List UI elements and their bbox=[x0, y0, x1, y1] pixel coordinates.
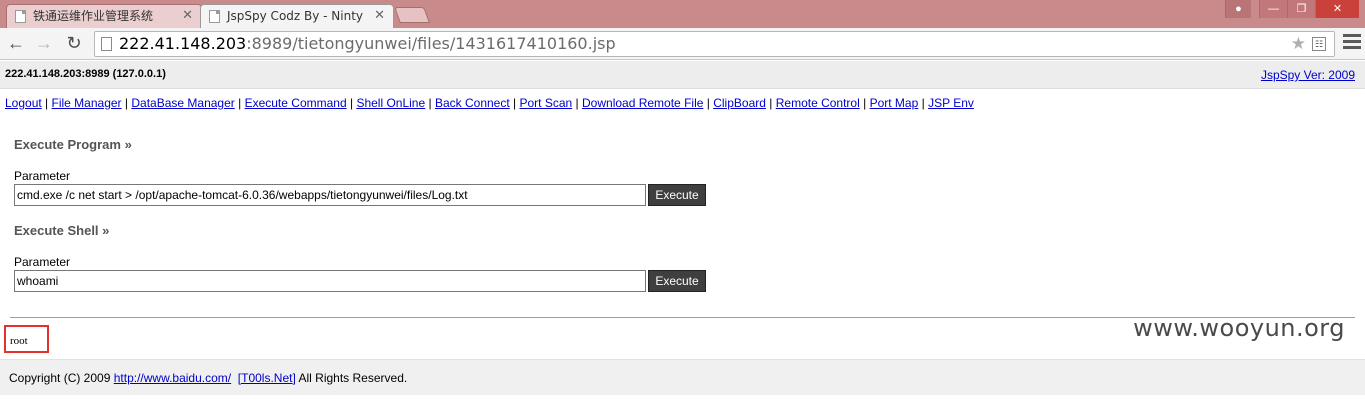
execute-program-button[interactable]: Execute bbox=[648, 184, 706, 206]
page-icon bbox=[15, 10, 26, 23]
browser-toolbar: ← → ↻ 222.41.148.203:8989/tietongyunwei/… bbox=[0, 28, 1365, 60]
nav-links: Logout | File Manager | DataBase Manager… bbox=[5, 96, 974, 110]
nav-link-back-connect[interactable]: Back Connect bbox=[435, 96, 510, 110]
nav-separator: | bbox=[124, 96, 129, 110]
nav-link-port-map[interactable]: Port Map bbox=[870, 96, 919, 110]
param-label: Parameter bbox=[14, 255, 71, 269]
page-content: 222.41.148.203:8989 (127.0.0.1) JspSpy V… bbox=[0, 61, 1365, 416]
server-header: 222.41.148.203:8989 (127.0.0.1) JspSpy V… bbox=[0, 61, 1365, 89]
extension-icon[interactable]: ☷ bbox=[1312, 37, 1326, 51]
version-link[interactable]: JspSpy Ver: 2009 bbox=[1261, 68, 1355, 82]
close-icon[interactable]: ✕ bbox=[182, 5, 193, 27]
nav-link-execute-command[interactable]: Execute Command bbox=[245, 96, 347, 110]
section-title-execute-shell: Execute Shell » bbox=[14, 223, 110, 238]
browser-tabstrip: 铁通运维作业管理系统 ✕ JspSpy Codz By - Ninty ✕ ● … bbox=[0, 0, 1365, 28]
nav-separator: | bbox=[238, 96, 242, 110]
hamburger-icon[interactable] bbox=[1343, 34, 1361, 52]
nav-separator: | bbox=[769, 96, 773, 110]
nav-link-port-scan[interactable]: Port Scan bbox=[520, 96, 573, 110]
nav-link-clipboard[interactable]: ClipBoard bbox=[713, 96, 766, 110]
nav-separator: | bbox=[575, 96, 579, 110]
shell-param-input[interactable]: whoami bbox=[14, 270, 646, 292]
section-title-execute-program: Execute Program » bbox=[14, 137, 132, 152]
minimize-icon[interactable]: — bbox=[1259, 0, 1287, 18]
nav-link-file-manager[interactable]: File Manager bbox=[52, 96, 122, 110]
footer-link-t00ls[interactable]: [T00ls.Net] bbox=[238, 371, 296, 385]
close-window-icon[interactable]: ✕ bbox=[1315, 0, 1359, 18]
copyright: Copyright (C) 2009 http://www.baidu.com/… bbox=[9, 371, 408, 385]
nav-link-logout[interactable]: Logout bbox=[5, 96, 42, 110]
nav-link-remote-control[interactable]: Remote Control bbox=[776, 96, 860, 110]
nav-separator: | bbox=[428, 96, 432, 110]
execute-shell-button[interactable]: Execute bbox=[648, 270, 706, 292]
server-address: 222.41.148.203:8989 (127.0.0.1) bbox=[5, 68, 166, 80]
maximize-icon[interactable]: ❐ bbox=[1287, 0, 1315, 18]
tab-active[interactable]: JspSpy Codz By - Ninty ✕ bbox=[200, 4, 394, 28]
star-icon[interactable]: ★ bbox=[1291, 34, 1306, 54]
new-tab-button[interactable] bbox=[394, 7, 430, 23]
command-output-highlight: root bbox=[4, 325, 49, 353]
nav-link-download-remote-file[interactable]: Download Remote File bbox=[582, 96, 703, 110]
nav-link-database-manager[interactable]: DataBase Manager bbox=[131, 96, 234, 110]
tab-title: 铁通运维作业管理系统 bbox=[33, 9, 154, 23]
nav-link-jsp-env[interactable]: JSP Env bbox=[928, 96, 974, 110]
address-bar[interactable]: 222.41.148.203:8989/tietongyunwei/files/… bbox=[94, 31, 1335, 57]
program-param-input[interactable]: cmd.exe /c net start > /opt/apache-tomca… bbox=[14, 184, 646, 206]
close-icon[interactable]: ✕ bbox=[374, 5, 385, 27]
nav-separator: | bbox=[45, 96, 49, 110]
watermark: www.wooyun.org bbox=[1133, 314, 1345, 342]
nav-separator: | bbox=[863, 96, 867, 110]
nav-separator: | bbox=[921, 96, 925, 110]
nav-separator: | bbox=[706, 96, 710, 110]
command-output: root bbox=[10, 335, 28, 347]
page-icon bbox=[101, 37, 112, 51]
nav-separator: | bbox=[349, 96, 354, 110]
footer-link-baidu[interactable]: http://www.baidu.com/ bbox=[114, 371, 231, 385]
nav-separator: | bbox=[513, 96, 517, 110]
footer: Copyright (C) 2009 http://www.baidu.com/… bbox=[0, 359, 1365, 395]
page-icon bbox=[209, 10, 220, 23]
user-icon[interactable]: ● bbox=[1225, 0, 1251, 18]
arrow-left-icon[interactable]: ← bbox=[4, 32, 28, 56]
window-controls: ● — ❐ ✕ bbox=[1225, 0, 1359, 18]
tab-title: JspSpy Codz By - Ninty bbox=[227, 9, 364, 23]
param-label: Parameter bbox=[14, 169, 71, 183]
tab-inactive[interactable]: 铁通运维作业管理系统 ✕ bbox=[6, 4, 202, 28]
nav-link-shell-online[interactable]: Shell OnLine bbox=[356, 96, 425, 110]
reload-icon[interactable]: ↻ bbox=[62, 32, 86, 56]
url-text[interactable]: 222.41.148.203:8989/tietongyunwei/files/… bbox=[119, 34, 616, 54]
arrow-right-icon[interactable]: → bbox=[32, 32, 56, 56]
